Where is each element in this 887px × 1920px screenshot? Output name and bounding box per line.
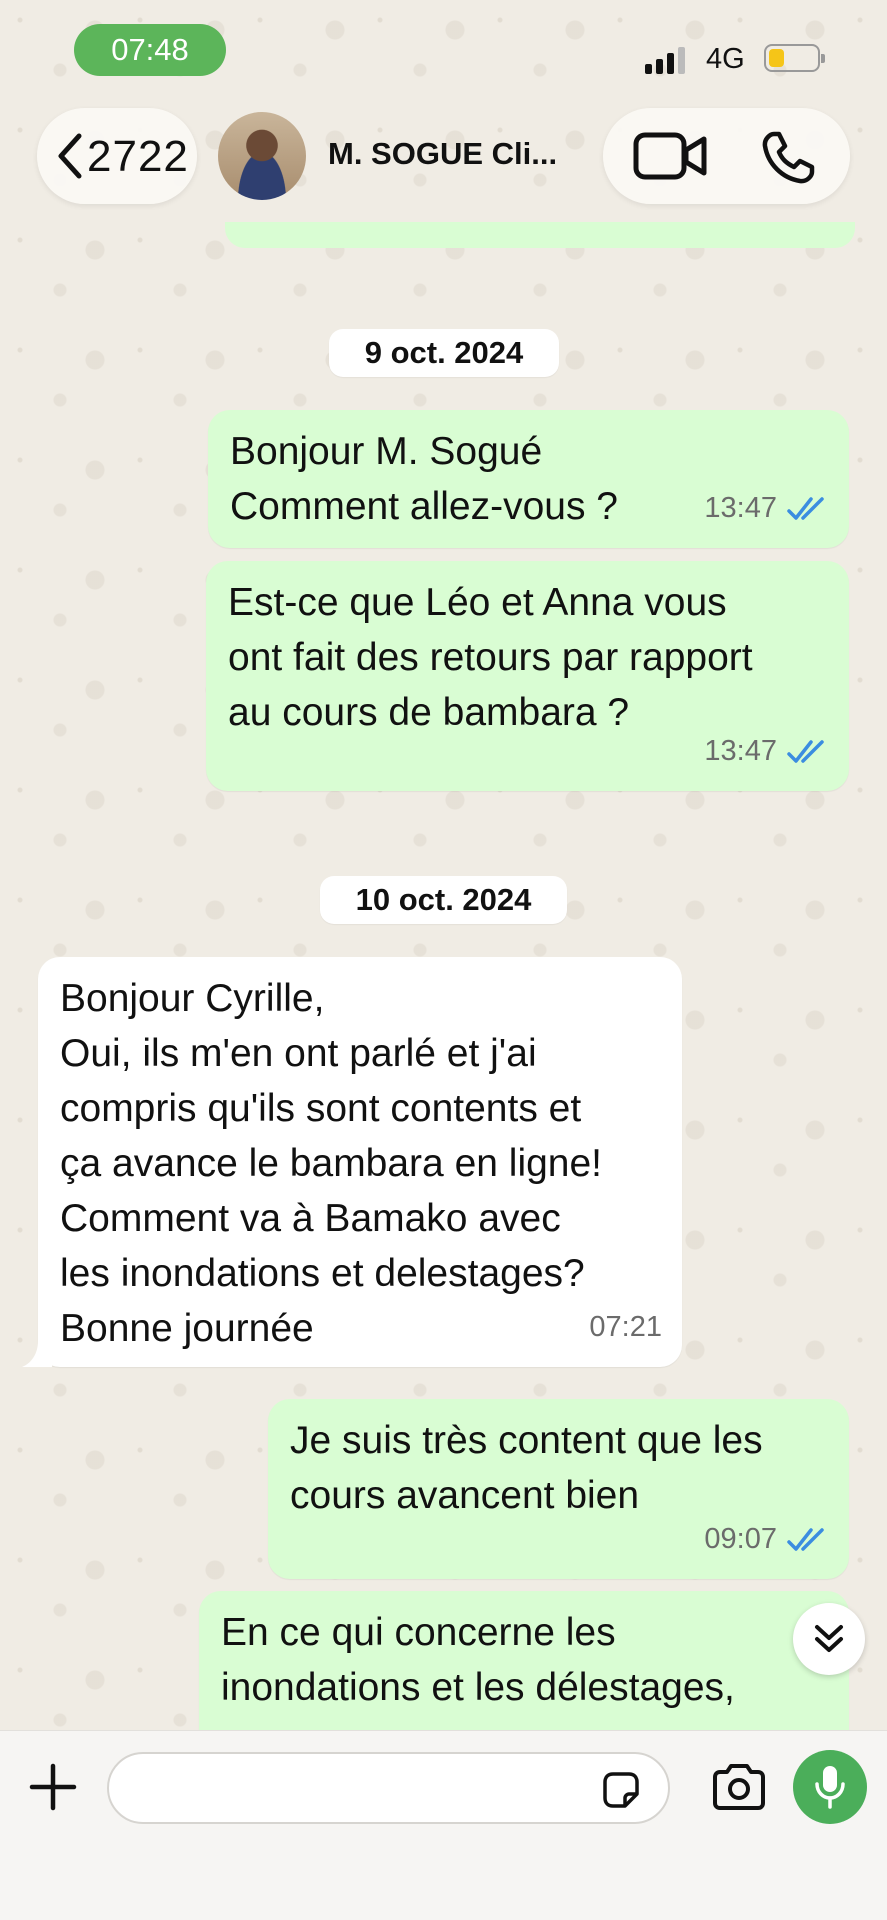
bubble-tail (22, 1341, 52, 1367)
double-chevron-down-icon (815, 1625, 843, 1652)
outgoing-message[interactable]: Je suis très content que les cours avanc… (268, 1399, 849, 1579)
message-time: 13:47 (704, 492, 777, 524)
message-input[interactable] (107, 1752, 670, 1824)
outgoing-message[interactable]: Est-ce que Léo et Anna vous ont fait des… (206, 561, 849, 791)
contact-name[interactable]: M. SOGUE Cli... (328, 136, 557, 172)
date-separator: 9 oct. 2024 (329, 329, 559, 377)
microphone-button[interactable] (793, 1750, 867, 1824)
scroll-down-button[interactable] (793, 1603, 865, 1675)
network-label: 4G (706, 43, 745, 75)
double-check-icon (787, 739, 824, 763)
double-check-icon (787, 496, 824, 520)
message-text: En ce qui concerne les inondations et le… (221, 1611, 735, 1709)
status-bar: 07:48 4G (0, 0, 887, 100)
message-meta: 13:47 (704, 481, 829, 536)
message-text: Est-ce que Léo et Anna vous ont fait des… (228, 581, 753, 734)
outgoing-message[interactable]: Bonjour M. Sogué Comment allez-vous ? 13… (208, 410, 849, 548)
message-time: 09:07 (704, 1523, 777, 1555)
double-check-icon (787, 1527, 824, 1551)
sticker-icon[interactable] (599, 1768, 643, 1812)
battery-icon (764, 44, 825, 72)
video-call-icon[interactable] (633, 130, 707, 182)
message-text: Bonjour Cyrille, Oui, ils m'en ont parlé… (60, 977, 603, 1350)
incoming-message[interactable]: Bonjour Cyrille, Oui, ils m'en ont parlé… (22, 957, 682, 1367)
plus-icon[interactable] (28, 1762, 78, 1812)
outgoing-message[interactable]: En ce qui concerne les inondations et le… (199, 1591, 849, 1730)
back-button[interactable]: 2722 (37, 108, 197, 204)
call-actions (603, 108, 850, 204)
message-meta: 07:21 (589, 1300, 662, 1355)
previous-message-bubble (225, 222, 855, 248)
unread-count: 2722 (87, 132, 189, 181)
message-meta: 13:47 (704, 724, 829, 779)
microphone-icon (815, 1766, 845, 1809)
message-time: 07:21 (589, 1311, 662, 1343)
date-separator: 10 oct. 2024 (320, 876, 567, 924)
camera-icon[interactable] (711, 1763, 767, 1811)
message-meta: 09:07 (704, 1512, 829, 1567)
message-text: Je suis très content que les cours avanc… (290, 1419, 763, 1517)
message-time: 13:47 (704, 735, 777, 767)
contact-avatar[interactable] (218, 112, 306, 200)
status-time: 07:48 (74, 24, 226, 76)
signal-icon (645, 44, 685, 74)
phone-icon[interactable] (760, 130, 816, 186)
